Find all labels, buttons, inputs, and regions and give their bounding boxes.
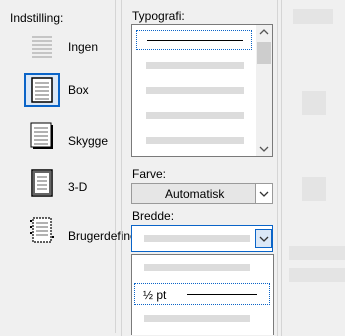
color-label: Farve: — [132, 167, 167, 181]
color-combobox[interactable]: Automatisk — [131, 183, 273, 204]
no-border-icon — [32, 36, 52, 58]
box-border-icon — [31, 77, 53, 103]
width-option[interactable] — [144, 315, 250, 322]
setting-box-button[interactable] — [24, 73, 60, 107]
width-label: Bredde: — [132, 209, 175, 223]
style-option[interactable] — [146, 112, 244, 119]
3d-border-icon — [31, 169, 53, 197]
style-option[interactable] — [146, 87, 244, 94]
setting-custom-button[interactable] — [24, 213, 60, 247]
scroll-up-icon[interactable] — [259, 28, 269, 36]
setting-shadow-label[interactable]: Skygge — [68, 134, 108, 148]
setting-none-label[interactable]: Ingen — [68, 40, 98, 54]
width-value — [144, 235, 250, 242]
setting-shadow-button[interactable] — [24, 119, 60, 153]
setting-box-label[interactable]: Box — [68, 83, 89, 97]
chevron-down-icon — [259, 236, 268, 242]
style-option[interactable] — [146, 62, 244, 69]
color-dropdown-button[interactable] — [255, 184, 272, 203]
style-listbox[interactable] — [131, 24, 273, 157]
setting-3d-label[interactable]: 3-D — [68, 180, 87, 194]
preview-block — [302, 177, 326, 201]
width-option[interactable] — [144, 264, 250, 271]
preview-block — [302, 91, 326, 115]
setting-title: Indstilling: — [10, 11, 64, 25]
style-title: Typografi: — [132, 9, 185, 23]
style-option[interactable] — [146, 137, 244, 144]
custom-border-icon — [30, 217, 54, 243]
width-combobox[interactable] — [131, 225, 273, 252]
width-option-label: ½ pt — [143, 288, 167, 302]
setting-none-button[interactable] — [24, 30, 60, 64]
scroll-thumb[interactable] — [257, 42, 271, 64]
width-option-half-pt[interactable]: ½ pt — [134, 283, 270, 305]
scroll-down-icon[interactable] — [259, 145, 269, 153]
style-option-solid[interactable] — [136, 30, 252, 50]
preview-block — [289, 246, 345, 260]
chevron-down-icon — [259, 191, 269, 197]
preview-block — [293, 9, 333, 24]
color-value: Automatisk — [165, 187, 225, 201]
preview-panel — [281, 0, 345, 336]
setting-3d-button[interactable] — [24, 166, 60, 200]
shadow-border-icon — [30, 122, 53, 149]
width-dropdown-list[interactable]: ½ pt — [131, 254, 274, 335]
preview-block — [289, 268, 345, 282]
style-scrollbar[interactable] — [256, 25, 272, 156]
width-dropdown-button[interactable] — [255, 229, 272, 248]
